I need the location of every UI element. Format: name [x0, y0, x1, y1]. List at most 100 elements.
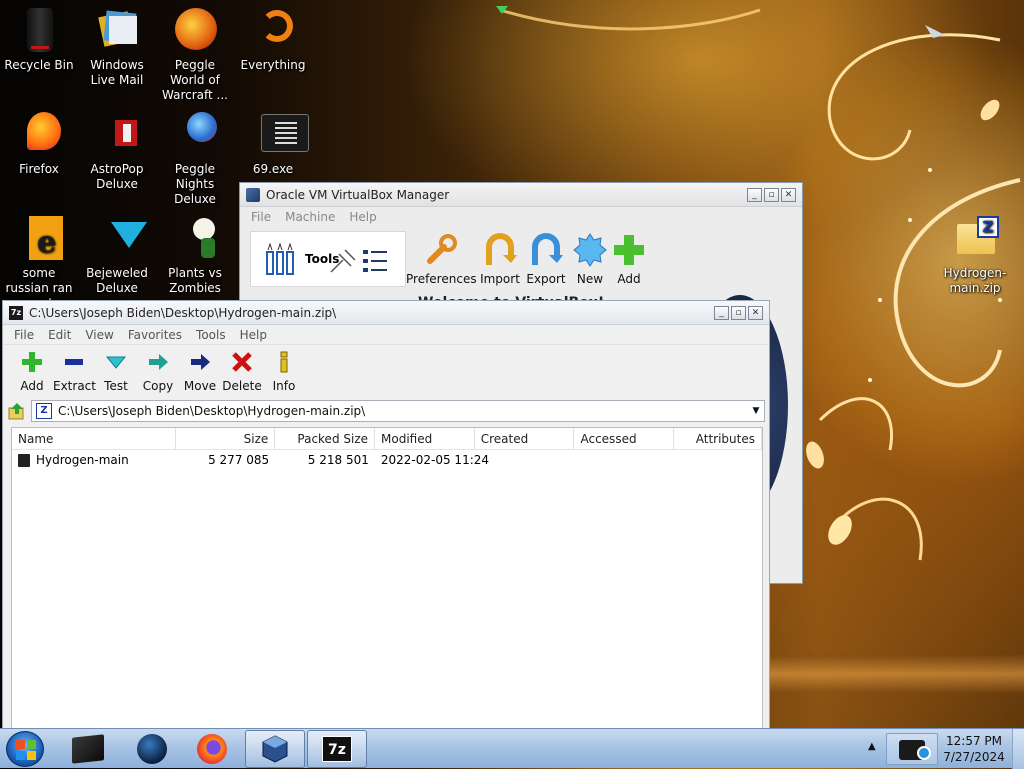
taskbar-clock[interactable]: 12:57 PM 7/27/2024 [942, 733, 1006, 765]
vbox-tools-panel[interactable]: Tools [250, 231, 406, 287]
zip-add-button[interactable]: Add [11, 345, 53, 399]
desktop-icon-69-exe[interactable]: 69.exe [234, 110, 312, 177]
vbox-import-button[interactable]: Import [476, 227, 524, 287]
zip-test-button[interactable]: Test [95, 345, 137, 399]
gem-icon [93, 214, 147, 262]
maximize-button[interactable]: ▫ [731, 305, 746, 320]
tray-expand-icon[interactable]: ▲ [868, 741, 876, 752]
zip-copy-button[interactable]: Copy [137, 345, 179, 399]
zip-menu-file[interactable]: File [7, 328, 41, 342]
zip-titlebar[interactable]: 7z C:\Users\Joseph Biden\Desktop\Hydroge… [3, 301, 769, 325]
table-row[interactable]: Hydrogen-main 5 277 085 5 218 501 2022-0… [12, 450, 762, 470]
test-label: Test [104, 379, 128, 393]
new-machine-icon [573, 233, 607, 267]
close-button[interactable]: ✕ [748, 305, 763, 320]
close-button[interactable]: ✕ [781, 187, 796, 202]
column-header-name[interactable]: Name [12, 428, 176, 449]
plant-icon [171, 214, 219, 262]
7zip-file-manager-window[interactable]: 7z C:\Users\Joseph Biden\Desktop\Hydroge… [2, 300, 770, 730]
vbox-new-button[interactable]: New [568, 227, 612, 287]
file-name-cell: Hydrogen-main [12, 453, 175, 467]
taskbar-app-7zip[interactable]: 7z [307, 730, 367, 768]
copy-label: Copy [142, 379, 174, 393]
test-check-icon [105, 356, 127, 369]
taskbar-app-globe[interactable] [122, 730, 182, 768]
zip-menu-tools[interactable]: Tools [189, 328, 233, 342]
info-label: Info [272, 379, 296, 393]
desktop-icon-peggle-nights[interactable]: Peggle Nights Deluxe [156, 110, 234, 207]
desktop-icon-hydrogen-zip[interactable]: Z Hydrogen-main.zip [936, 214, 1014, 296]
desktop-icon-firefox[interactable]: Firefox [0, 110, 78, 177]
firefox-icon [15, 110, 63, 158]
show-desktop-button[interactable] [1012, 729, 1024, 769]
vbox-preferences-button[interactable]: Preferences [406, 227, 477, 287]
column-header-size[interactable]: Size [176, 428, 276, 449]
taskbar-app-virtualbox[interactable] [245, 730, 305, 768]
move-arrow-icon [191, 354, 210, 370]
column-header-modified[interactable]: Modified [375, 428, 475, 449]
desktop-icon-label: Bejeweled Deluxe [86, 266, 148, 295]
vbox-titlebar[interactable]: Oracle VM VirtualBox Manager _ ▫ ✕ [240, 183, 802, 207]
minimize-button[interactable]: _ [747, 187, 762, 202]
vbox-window-title: Oracle VM VirtualBox Manager [266, 187, 450, 202]
zip-extract-button[interactable]: Extract [53, 345, 96, 399]
vbox-add-button[interactable]: Add [612, 227, 646, 287]
zip-menu-edit[interactable]: Edit [41, 328, 78, 342]
vbox-menu-file[interactable]: File [244, 210, 278, 224]
zip-move-button[interactable]: Move [179, 345, 221, 399]
zip-menu-view[interactable]: View [78, 328, 120, 342]
column-header-packed-size[interactable]: Packed Size [275, 428, 376, 449]
windows-logo-icon [16, 740, 36, 760]
firefox-icon [197, 734, 227, 764]
desktop-icon-recycle-bin[interactable]: Recycle Bin [0, 6, 78, 73]
7zip-icon: 7z [322, 736, 352, 762]
vbox-export-button[interactable]: Export [524, 227, 568, 287]
peggle-nights-icon [171, 110, 219, 158]
zip-menu-help[interactable]: Help [233, 328, 274, 342]
vbox-menubar: File Machine Help [240, 207, 802, 227]
console-app-icon [249, 110, 309, 158]
desktop-icon-label: Peggle Nights Deluxe [174, 162, 216, 206]
7zip-icon: 7z [9, 305, 23, 320]
info-icon [280, 351, 288, 373]
import-label: Import [480, 272, 520, 286]
column-header-attributes[interactable]: Attributes [674, 428, 762, 449]
desktop-icon-bejeweled[interactable]: Bejeweled Deluxe [78, 214, 156, 296]
vbox-menu-help[interactable]: Help [342, 210, 383, 224]
everything-search-icon [249, 6, 297, 54]
zip-file-list[interactable]: Name Size Packed Size Modified Created A… [11, 427, 763, 729]
zip-menu-favorites[interactable]: Favorites [121, 328, 189, 342]
folder-up-icon[interactable] [7, 401, 27, 421]
desktop-icon-some-russian-ran-a-rat[interactable]: e some russian ran a rat [0, 214, 78, 311]
black-box-icon [72, 734, 104, 764]
clock-time: 12:57 PM [946, 734, 1002, 748]
zip-delete-button[interactable]: Delete [221, 345, 263, 399]
desktop-icon-everything[interactable]: Everything [234, 6, 312, 73]
desktop-icon-astropop[interactable]: AstroPop Deluxe [78, 110, 156, 192]
maximize-button[interactable]: ▫ [764, 187, 779, 202]
desktop-icon-plants-vs-zombies[interactable]: Plants vs Zombies [156, 214, 234, 296]
desktop-icon-label: AstroPop Deluxe [90, 162, 144, 191]
globe-icon [137, 734, 167, 764]
vbox-menu-machine[interactable]: Machine [278, 210, 342, 224]
minimize-button[interactable]: _ [714, 305, 729, 320]
extract-minus-icon [65, 359, 83, 365]
zip-info-button[interactable]: Info [263, 345, 305, 399]
column-header-accessed[interactable]: Accessed [574, 428, 675, 449]
move-label: Move [183, 379, 217, 393]
tray-network-icon[interactable] [886, 733, 938, 765]
zip-path-combobox[interactable]: Z C:\Users\Joseph Biden\Desktop\Hydrogen… [31, 400, 765, 422]
start-button[interactable] [6, 731, 44, 767]
column-header-created[interactable]: Created [475, 428, 575, 449]
desktop-icon-windows-live-mail[interactable]: Windows Live Mail [78, 6, 156, 88]
new-label: New [576, 272, 604, 286]
taskbar-app-firefox[interactable] [182, 730, 242, 768]
list-menu-icon[interactable] [363, 248, 389, 274]
add-icon [614, 235, 644, 265]
import-icon [486, 233, 517, 265]
zip-window-title: C:\Users\Joseph Biden\Desktop\Hydrogen-m… [29, 305, 337, 320]
taskbar-app-terminal[interactable] [58, 730, 118, 768]
desktop-icon-peggle-wow[interactable]: Peggle World of Warcraft ... [156, 6, 234, 103]
add-label: Add [617, 272, 641, 286]
chevron-down-icon[interactable]: ▼ [748, 406, 764, 416]
